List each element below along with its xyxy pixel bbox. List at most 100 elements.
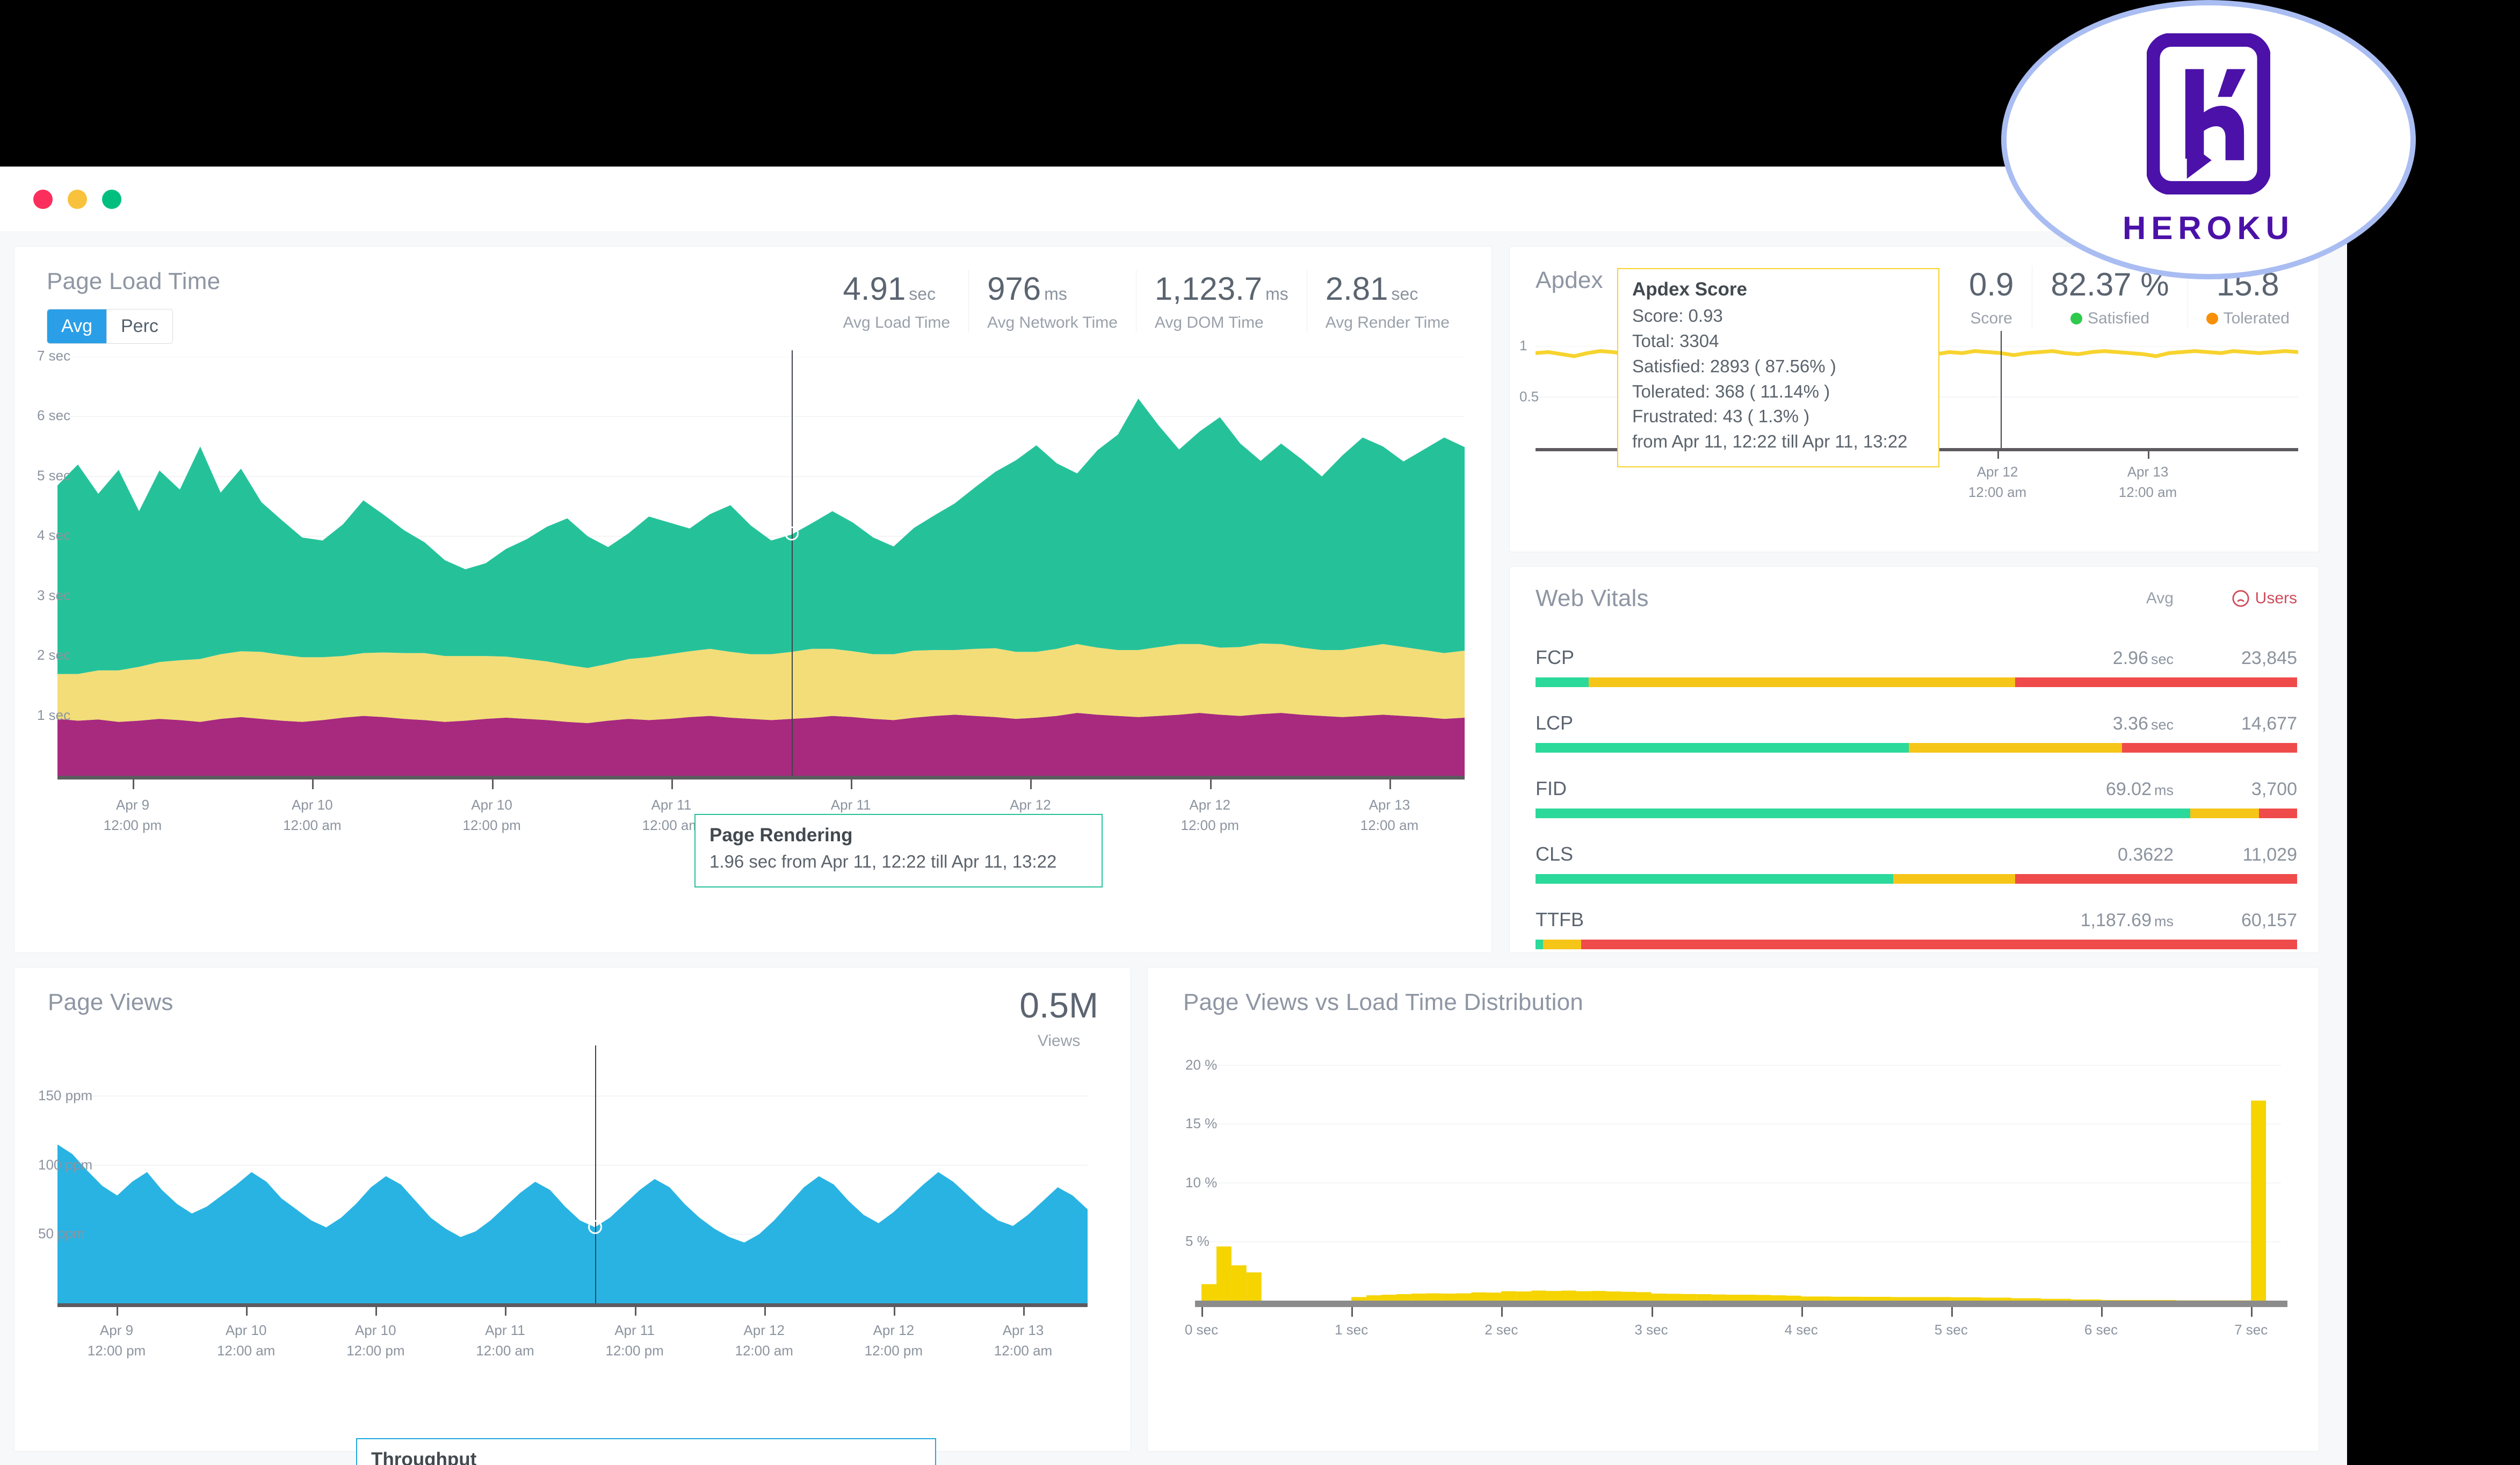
browser-window: Page Load Time Avg Perc 4.91 sec Avg Load… [0, 167, 2347, 1465]
y-axis-tick: 150 ppm [38, 1087, 93, 1104]
distribution-bar [1561, 1290, 1576, 1301]
metric-users: 23,845 [2241, 648, 2297, 668]
satisfied-dot-icon [2070, 313, 2082, 324]
kpi-label: Satisfied [2087, 309, 2150, 327]
page-load-time-chart[interactable]: 1 sec 2 sec 3 sec 4 sec 5 sec 6 sec 7 sec Apr 9… [37, 348, 1465, 851]
x-axis-tick [671, 780, 673, 789]
kpi-avg-network-time: 976 ms Avg Network Time [968, 270, 1136, 332]
x-axis-tick [505, 1307, 507, 1316]
maximize-window-dot[interactable] [102, 189, 121, 209]
tooltip-title: Apdex Score [1632, 279, 1747, 300]
distribution-bar [1801, 1296, 1831, 1301]
distribution-title: Page Views vs Load Time Distribution [1183, 989, 1583, 1015]
web-vitals-row[interactable]: LCP 3.36 sec 14,677 [1536, 712, 2297, 753]
x-axis-tick [491, 780, 494, 789]
chart-surface [1201, 1065, 2281, 1301]
toggle-option-perc[interactable]: Perc [106, 309, 172, 343]
web-vitals-row[interactable]: FID 69.02 ms 3,700 [1536, 777, 2297, 818]
minimize-window-dot[interactable] [68, 189, 87, 209]
page-views-card: Page Views 0.5M Views 50 ppm 100 ppm 150 p… [14, 967, 1131, 1465]
distribution-bar [1396, 1294, 1411, 1301]
distribution-bar [2251, 1100, 2266, 1301]
distribution-bar [1726, 1295, 1741, 1301]
kpi-value: 4.91 [843, 271, 906, 307]
page-load-time-card: Page Load Time Avg Perc 4.91 sec Avg Load… [14, 246, 1492, 1234]
web-vitals-row[interactable]: TTFB 1,187.69 ms 60,157 [1536, 908, 2297, 949]
distribution-bar [1591, 1291, 1606, 1301]
chart-series [57, 1144, 1088, 1303]
tooltip-line-0: Score: 0.93 [1632, 306, 1723, 326]
x-axis-line [57, 1303, 1088, 1307]
tooltip-title: Throughput [371, 1449, 477, 1465]
metric-distribution-bar [1536, 940, 2297, 949]
dashboard-canvas: Page Load Time Avg Perc 4.91 sec Avg Load… [0, 232, 2347, 1465]
metric-name: LCP [1536, 712, 1574, 734]
distribution-bar [1666, 1294, 1682, 1301]
chart-hover-point [784, 526, 799, 540]
distribution-bar [1741, 1295, 1756, 1301]
apdex-card: Apdex 0.9 Score 82.37 % Satisfied 15.8 T… [1509, 246, 2319, 552]
page-views-chart[interactable]: 50 ppm 100 ppm 150 ppm Apr 9 12:00 pm Apr 10… [38, 1045, 1088, 1370]
kpi-avg-dom-time: 1,123.7 ms Avg DOM Time [1135, 270, 1307, 332]
distribution-bar [1861, 1296, 1892, 1301]
tooltip-line-3: Tolerated: 368 ( 11.14% ) [1632, 381, 1830, 401]
distribution-bar [1711, 1294, 1727, 1301]
window-controls [33, 189, 121, 209]
kpi-avg-load-time: 4.91 sec Avg Load Time [824, 270, 968, 332]
toggle-option-avg[interactable]: Avg [47, 309, 106, 343]
x-axis-tick [2101, 1307, 2103, 1317]
distribution-bar [1531, 1290, 1547, 1301]
distribution-bar [1246, 1272, 1262, 1301]
column-header-avg: Avg [2146, 589, 2174, 607]
page-load-time-title: Page Load Time [47, 268, 221, 294]
x-axis-tick [1201, 1307, 1203, 1317]
distribution-chart[interactable]: 5 % 10 % 15 % 20 % 0 sec 1 sec 2 sec 3 sec 4 sec… [1185, 1053, 2287, 1370]
x-axis-tick-label: 5 sec [1934, 1322, 1968, 1338]
x-axis-tick-label: Apr 10 12:00 am [216, 1322, 276, 1359]
x-axis-tick-label: Apr 10 12:00 am [283, 797, 342, 833]
y-axis-tick: 100 ppm [38, 1156, 93, 1173]
distribution-bar [1891, 1297, 1921, 1301]
distribution-bar [1381, 1295, 1396, 1301]
bar-segment-poor [1581, 940, 2297, 949]
y-axis-tick: 4 sec [37, 527, 71, 544]
bar-segment-good [1536, 874, 1894, 884]
x-axis-tick-label: 0 sec [1184, 1322, 1219, 1338]
kpi-label: Tolerated [2223, 309, 2290, 327]
bar-segment-good [1536, 940, 1544, 949]
kpi-value: 1,123.7 [1154, 271, 1263, 307]
browser-titlebar [0, 167, 2347, 232]
bar-segment-poor [2015, 677, 2297, 687]
distribution-bar [1486, 1293, 1502, 1301]
x-axis-tick-label: Apr 12 12:00 pm [1181, 797, 1239, 833]
metric-name: FCP [1536, 646, 1574, 668]
chart-surface [57, 1095, 1088, 1303]
bar-segment-needs [1908, 743, 2122, 753]
web-vitals-row[interactable]: CLS 0.3622 11,029 [1536, 843, 2297, 884]
metric-users: 14,677 [2241, 713, 2297, 734]
distribution-bar [1231, 1265, 1247, 1301]
x-axis-line [57, 776, 1465, 780]
x-axis-tick-label: 6 sec [2084, 1322, 2118, 1338]
x-axis-tick-label: Apr 10 12:00 pm [346, 1322, 405, 1359]
kpi-unit: ms [1265, 284, 1288, 304]
x-axis-tick [1389, 780, 1391, 789]
distribution-bar [1351, 1297, 1367, 1301]
x-axis-tick [1023, 1307, 1025, 1316]
throughput-tooltip: Throughput 55.07 ppm (3304 page views) f… [356, 1438, 936, 1465]
heroku-logo-icon [2147, 33, 2270, 194]
chart-hover-point [588, 1220, 602, 1235]
web-vitals-row[interactable]: FCP 2.96 sec 23,845 [1536, 646, 2297, 687]
x-axis-tick [246, 1307, 248, 1316]
x-axis-tick-label: Apr 10 12:00 pm [462, 797, 521, 833]
distribution-bar [1456, 1293, 1472, 1301]
bar-segment-good [1536, 677, 1589, 687]
avg-perc-toggle[interactable]: Avg Perc [47, 309, 173, 344]
chart-series [57, 399, 1465, 674]
page-views-total-value: 0.5M [1019, 985, 1098, 1025]
bar-segment-poor [2121, 743, 2297, 753]
chart-crosshair [2001, 331, 2002, 448]
distribution-bar [1516, 1291, 1532, 1301]
close-window-dot[interactable] [33, 189, 53, 209]
distribution-bar [1411, 1293, 1426, 1301]
